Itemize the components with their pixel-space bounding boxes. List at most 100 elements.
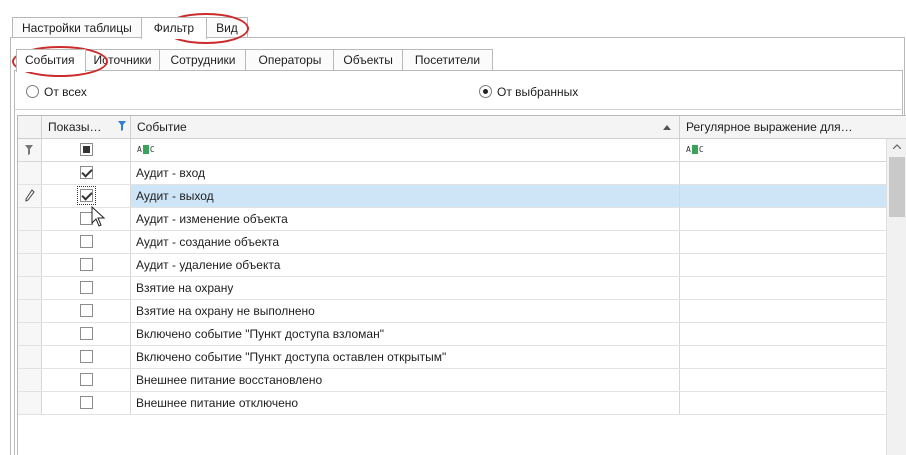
row-indicator [18,346,42,368]
event-cell[interactable]: Аудит - удаление объекта [131,254,680,276]
table-row[interactable]: Внешнее питание восстановлено [18,369,886,392]
show-cell[interactable] [42,277,131,299]
tab-operators[interactable]: Операторы [245,49,335,71]
tab-employees[interactable]: Сотрудники [159,49,247,71]
show-checkbox[interactable] [80,396,93,409]
row-indicator [18,162,42,184]
event-cell[interactable]: Аудит - вход [131,162,680,184]
text-filter-icon: AC [137,145,155,154]
regex-cell[interactable] [680,208,886,230]
table-row[interactable]: Аудит - вход [18,162,886,185]
top-tab-bar: Настройки таблицы Фильтр Вид [12,17,248,39]
sort-ascending-icon [663,125,671,130]
radio-all[interactable] [26,85,39,98]
show-cell[interactable] [42,392,131,414]
tab-table-settings[interactable]: Настройки таблицы [12,17,142,38]
show-checkbox[interactable] [80,166,93,179]
row-indicator [18,254,42,276]
event-cell[interactable]: Аудит - изменение объекта [131,208,680,230]
show-cell[interactable] [42,162,131,184]
show-cell[interactable] [42,231,131,253]
show-checkbox[interactable] [80,327,93,340]
row-indicator [18,369,42,391]
divider [14,109,903,110]
grid-header: Показы… Событие Регулярное выражение для… [18,116,906,139]
funnel-icon[interactable] [118,121,126,131]
header-corner [18,116,42,138]
column-header-show[interactable]: Показы… [42,116,131,138]
row-indicator [18,323,42,345]
show-cell[interactable] [42,254,131,276]
tab-events[interactable]: События [16,49,86,72]
event-cell[interactable]: Включено событие "Пункт доступа оставлен… [131,346,680,368]
source-mode-radio-group: От всех От выбранных [24,83,894,103]
row-indicator [18,277,42,299]
scroll-up-icon[interactable] [893,144,901,149]
filter-event-cell[interactable]: AC [131,139,680,161]
column-header-event[interactable]: Событие [131,116,680,138]
event-cell[interactable]: Взятие на охрану [131,277,680,299]
show-cell[interactable] [42,208,131,230]
show-checkbox[interactable] [80,235,93,248]
table-row[interactable]: Внешнее питание отключено [18,392,886,415]
regex-cell[interactable] [680,369,886,391]
table-row[interactable]: Аудит - создание объекта [18,231,886,254]
tab-sources[interactable]: Источники [84,49,161,71]
event-cell[interactable]: Аудит - выход [131,185,680,207]
table-row[interactable]: Взятие на охрану [18,277,886,300]
regex-cell[interactable] [680,277,886,299]
column-header-event-label: Событие [137,120,187,134]
radio-selected[interactable] [479,85,492,98]
text-filter-icon: AC [686,145,704,154]
table-row[interactable]: Включено событие "Пункт доступа взломан" [18,323,886,346]
show-checkbox[interactable] [77,186,96,205]
regex-cell[interactable] [680,392,886,414]
column-header-regex[interactable]: Регулярное выражение для… [680,116,886,138]
tab-objects[interactable]: Объекты [333,49,403,71]
regex-cell[interactable] [680,162,886,184]
show-checkbox[interactable] [80,373,93,386]
event-cell[interactable]: Включено событие "Пункт доступа взломан" [131,323,680,345]
show-checkbox[interactable] [80,350,93,363]
show-cell[interactable] [42,323,131,345]
show-cell[interactable] [42,185,131,207]
show-checkbox[interactable] [80,304,93,317]
event-cell[interactable]: Взятие на охрану не выполнено [131,300,680,322]
tab-view[interactable]: Вид [206,17,248,38]
show-checkbox[interactable] [80,258,93,271]
row-indicator [18,231,42,253]
show-cell[interactable] [42,300,131,322]
filter-show-cell[interactable] [42,139,131,161]
auto-filter-row: AC AC [18,139,906,162]
regex-cell[interactable] [680,185,886,207]
scroll-thumb[interactable] [889,157,905,217]
table-row[interactable]: Аудит - выход [18,185,886,208]
vertical-scrollbar[interactable] [886,139,906,455]
edit-pencil-icon [25,189,35,202]
regex-cell[interactable] [680,323,886,345]
event-cell[interactable]: Внешнее питание отключено [131,392,680,414]
mouse-cursor-icon [91,206,106,227]
tab-filter[interactable]: Фильтр [140,17,208,39]
regex-cell[interactable] [680,231,886,253]
regex-cell[interactable] [680,300,886,322]
show-cell[interactable] [42,369,131,391]
show-cell[interactable] [42,346,131,368]
show-checkbox[interactable] [80,281,93,294]
regex-cell[interactable] [680,254,886,276]
regex-cell[interactable] [680,346,886,368]
filter-row-indicator [18,139,42,161]
table-row[interactable]: Аудит - удаление объекта [18,254,886,277]
radio-selected-label[interactable]: От выбранных [497,83,578,101]
table-row[interactable]: Взятие на охрану не выполнено [18,300,886,323]
tab-visitors[interactable]: Посетители [401,49,494,71]
row-indicator [18,208,42,230]
table-row[interactable]: Аудит - изменение объекта [18,208,886,231]
radio-all-label[interactable]: От всех [44,83,87,101]
filter-regex-cell[interactable]: AC [680,139,886,161]
table-row[interactable]: Включено событие "Пункт доступа оставлен… [18,346,886,369]
event-cell[interactable]: Внешнее питание восстановлено [131,369,680,391]
filter-checkbox[interactable] [80,143,93,156]
column-header-show-label: Показы… [48,120,102,134]
event-cell[interactable]: Аудит - создание объекта [131,231,680,253]
